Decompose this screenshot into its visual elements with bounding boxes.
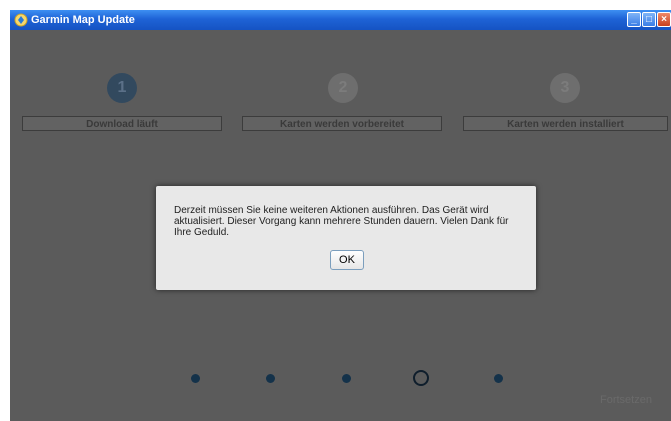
dialog-message: Derzeit müssen Sie keine weiteren Aktion… [174, 205, 509, 238]
pager-dot-5[interactable] [494, 374, 503, 383]
pager-dot-3[interactable] [342, 374, 351, 383]
close-icon: × [661, 14, 667, 25]
maximize-icon: □ [645, 14, 653, 25]
minimize-icon: _ [631, 14, 637, 25]
info-dialog: Derzeit müssen Sie keine weiteren Aktion… [156, 186, 536, 290]
garmin-app-icon [14, 13, 28, 27]
close-button[interactable]: × [657, 12, 671, 27]
window-title: Garmin Map Update [31, 14, 135, 26]
title-bar[interactable]: Garmin Map Update _ □ × [10, 10, 671, 30]
main-content: 1 Download läuft 2 Karten werden vorbere… [10, 30, 671, 421]
pager-dot-1[interactable] [191, 374, 200, 383]
ok-button[interactable]: OK [330, 250, 364, 270]
pager-dot-2[interactable] [266, 374, 275, 383]
maximize-button[interactable]: □ [642, 12, 656, 27]
minimize-button[interactable]: _ [627, 12, 641, 27]
step-3-circle: 3 [550, 73, 580, 103]
pager-dot-current[interactable] [413, 370, 429, 386]
step-1-circle: 1 [107, 73, 137, 103]
step-2-circle: 2 [328, 73, 358, 103]
app-window: Garmin Map Update _ □ × 1 Download läuft… [10, 10, 671, 421]
step-2-label: Karten werden vorbereitet [242, 116, 442, 131]
continue-button[interactable]: Fortsetzen [600, 394, 652, 406]
step-1-label: Download läuft [22, 116, 222, 131]
step-3-label: Karten werden installiert [463, 116, 668, 131]
